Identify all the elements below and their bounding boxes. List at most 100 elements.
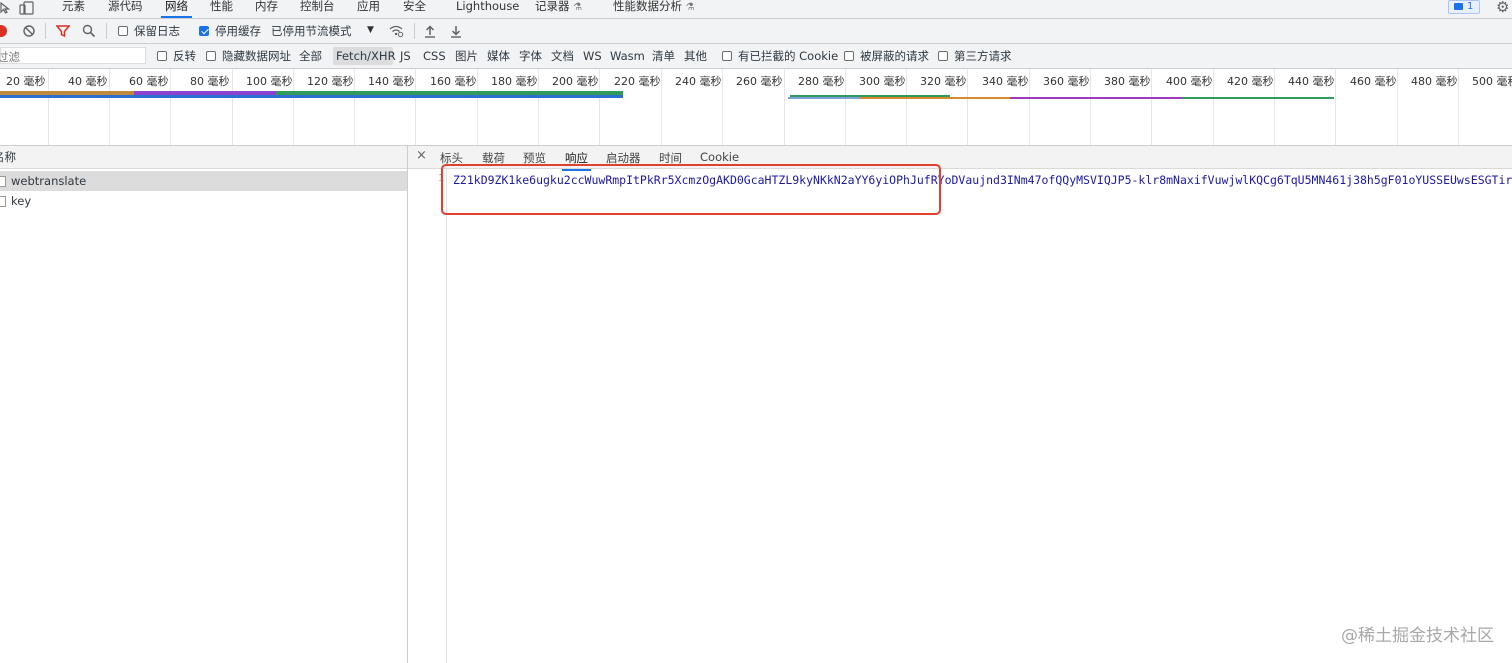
- tab-memory[interactable]: 内存: [255, 0, 278, 13]
- issues-badge[interactable]: 1: [1448, 0, 1480, 14]
- invert-label: 反转: [173, 49, 196, 63]
- network-conditions-icon[interactable]: [388, 23, 404, 39]
- timeline-label: 80 毫秒: [190, 75, 230, 88]
- timeline-gridline: [784, 69, 785, 145]
- request-name: key: [11, 194, 32, 208]
- timeline-label: 240 毫秒: [675, 75, 722, 88]
- type-filter-manifest[interactable]: 清单: [652, 49, 675, 63]
- timeline-overview[interactable]: 20 毫秒 40 毫秒 60 毫秒 80 毫秒 100 毫秒 120 毫秒 14…: [0, 69, 1512, 146]
- timeline-gridline: [722, 69, 723, 145]
- type-filter-media[interactable]: 媒体: [487, 49, 510, 63]
- timeline-request-bar: [860, 97, 1010, 99]
- blocked-cookies-label: 有已拦截的 Cookie: [738, 49, 839, 63]
- file-icon: [0, 176, 6, 187]
- tab-elements[interactable]: 元素: [62, 0, 85, 13]
- timeline-label: 300 毫秒: [859, 75, 906, 88]
- timeline-label: 480 毫秒: [1411, 75, 1458, 88]
- third-party-checkbox[interactable]: [938, 51, 948, 61]
- type-filter-fetch-xhr[interactable]: Fetch/XHR: [336, 49, 396, 63]
- blocked-cookies-checkbox[interactable]: [722, 51, 732, 61]
- timeline-label: 40 毫秒: [68, 75, 108, 88]
- timeline-request-bar: [1182, 97, 1334, 99]
- type-filter-font[interactable]: 字体: [519, 49, 542, 63]
- filter-icon[interactable]: [55, 24, 71, 38]
- timeline-gridline: [1397, 69, 1398, 145]
- highlight-annotation-box: [441, 164, 941, 215]
- name-column-header[interactable]: 名称: [0, 150, 16, 164]
- tab-application[interactable]: 应用: [357, 0, 380, 13]
- inspect-icon[interactable]: [0, 1, 11, 14]
- timeline-label: 120 毫秒: [307, 75, 354, 88]
- record-button[interactable]: [0, 25, 7, 37]
- invert-checkbox[interactable]: [157, 51, 167, 61]
- timeline-gridline: [1458, 69, 1459, 145]
- tab-network[interactable]: 网络: [161, 0, 192, 18]
- file-icon: [0, 196, 6, 207]
- message-icon: [1454, 3, 1463, 10]
- tab-console[interactable]: 控制台: [300, 0, 335, 13]
- blocked-requests-checkbox[interactable]: [844, 51, 854, 61]
- type-filter-images[interactable]: 图片: [455, 49, 478, 63]
- request-row[interactable]: key: [0, 191, 407, 211]
- timeline-gridline: [477, 69, 478, 145]
- timeline-gridline: [661, 69, 662, 145]
- timeline-request-bar: [788, 97, 860, 99]
- tab-performance-insights[interactable]: 性能数据分析 ⚗: [613, 0, 695, 14]
- divider: [414, 23, 415, 39]
- timeline-label: 100 毫秒: [246, 75, 293, 88]
- export-har-icon[interactable]: [450, 24, 462, 38]
- timeline-request-bar: [1010, 97, 1182, 99]
- timeline-gridline: [232, 69, 233, 145]
- devtools-tab-bar: 元素 源代码 网络 性能 内存 控制台 应用 安全 Lighthouse 记录器…: [0, 0, 1512, 19]
- flask-icon: ⚗: [685, 2, 695, 13]
- timeline-gridline: [1029, 69, 1030, 145]
- tab-security[interactable]: 安全: [403, 0, 426, 13]
- timeline-label: 220 毫秒: [614, 75, 661, 88]
- request-name: webtranslate: [11, 174, 87, 188]
- tab-recorder-label: 记录器: [535, 0, 570, 13]
- tab-recorder[interactable]: 记录器 ⚗: [535, 0, 582, 14]
- request-row[interactable]: webtranslate: [0, 171, 407, 191]
- timeline-gridline: [1213, 69, 1214, 145]
- disable-cache-label: 停用缓存: [215, 24, 261, 38]
- timeline-label: 400 毫秒: [1166, 75, 1213, 88]
- filter-placeholder: 过滤: [0, 50, 20, 64]
- timeline-label: 280 毫秒: [798, 75, 845, 88]
- timeline-gridline: [906, 69, 907, 145]
- type-filter-all[interactable]: 全部: [299, 49, 322, 63]
- request-list: 名称 webtranslate key: [0, 146, 408, 663]
- clear-icon[interactable]: [23, 25, 35, 37]
- type-filter-js[interactable]: JS: [400, 49, 411, 63]
- tab-performance-insights-label: 性能数据分析: [613, 0, 682, 13]
- chevron-down-icon[interactable]: ▼: [367, 25, 374, 35]
- import-har-icon[interactable]: [424, 24, 436, 38]
- disable-cache-checkbox[interactable]: [199, 26, 209, 36]
- tab-sources[interactable]: 源代码: [108, 0, 143, 13]
- timeline-gridline: [293, 69, 294, 145]
- blocked-requests-label: 被屏蔽的请求: [860, 49, 929, 63]
- timeline-gridline: [1151, 69, 1152, 145]
- settings-gear-icon[interactable]: ⚙: [1496, 0, 1509, 16]
- tab-performance[interactable]: 性能: [210, 0, 233, 13]
- tab-lighthouse[interactable]: Lighthouse: [456, 0, 519, 13]
- type-filter-ws[interactable]: WS: [583, 49, 602, 63]
- throttling-select[interactable]: 已停用节流模式: [271, 24, 352, 38]
- timeline-gridline: [967, 69, 968, 145]
- tab-cookies[interactable]: Cookie: [700, 150, 739, 164]
- type-filter-doc[interactable]: 文档: [551, 49, 574, 63]
- timeline-label: 360 毫秒: [1043, 75, 1090, 88]
- timeline-gridline: [1090, 69, 1091, 145]
- type-filter-css[interactable]: CSS: [423, 49, 446, 63]
- close-icon[interactable]: ×: [416, 148, 427, 163]
- timeline-gridline: [599, 69, 600, 145]
- device-toolbar-icon[interactable]: [19, 1, 35, 15]
- filter-input[interactable]: 过滤: [0, 47, 146, 64]
- type-filter-other[interactable]: 其他: [684, 49, 707, 63]
- hide-data-urls-checkbox[interactable]: [206, 51, 216, 61]
- timeline-gridline: [845, 69, 846, 145]
- type-filter-wasm[interactable]: Wasm: [610, 49, 645, 63]
- preserve-log-checkbox[interactable]: [118, 26, 128, 36]
- timeline-label: 140 毫秒: [368, 75, 415, 88]
- timeline-request-bar: [0, 95, 623, 98]
- search-icon[interactable]: [82, 24, 96, 38]
